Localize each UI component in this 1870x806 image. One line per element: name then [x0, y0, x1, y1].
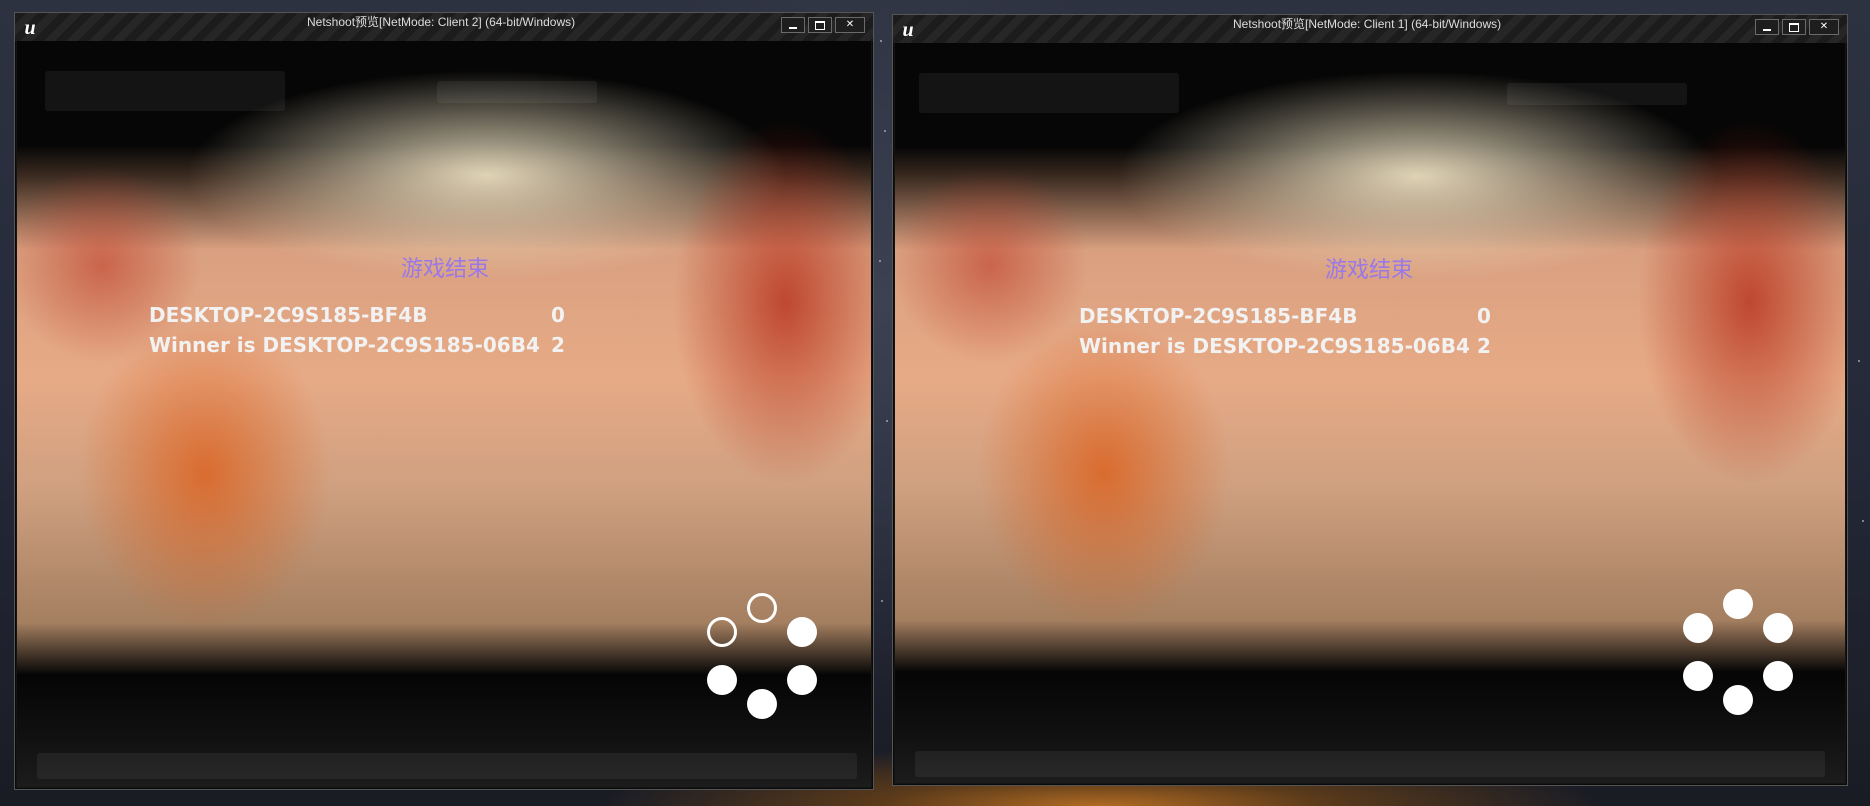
game-window-client-1: u Netshoot预览[NetMode: Client 1] (64-bit/… [892, 14, 1848, 786]
title-bar[interactable]: u Netshoot预览[NetMode: Client 2] (64-bit/… [15, 13, 873, 41]
loading-spinner-icon [1683, 589, 1793, 715]
score-row-winner: Winner is DESKTOP-2C9S185-06B4 [1079, 334, 1470, 358]
blurred-hud-element [1507, 83, 1687, 105]
background-star [881, 600, 883, 602]
spinner-dot [1763, 613, 1793, 643]
close-button[interactable]: ✕ [835, 17, 865, 33]
minimize-icon [1763, 29, 1771, 31]
window-title: Netshoot预览[NetMode: Client 2] (64-bit/Wi… [307, 15, 576, 29]
minimize-button[interactable] [1755, 19, 1779, 35]
blurred-hud-element [919, 73, 1179, 113]
spinner-dot [787, 617, 817, 647]
spinner-dot [1683, 661, 1713, 691]
window-title: Netshoot预览[NetMode: Client 1] (64-bit/Wi… [1233, 17, 1502, 31]
background-star [880, 40, 882, 42]
background-star [886, 420, 888, 422]
winner-name: Winner is DESKTOP-2C9S185-06B4 [149, 333, 540, 357]
spinner-dot [787, 665, 817, 695]
background-star [879, 260, 881, 262]
winner-name: Winner is DESKTOP-2C9S185-06B4 [1079, 334, 1470, 358]
maximize-button[interactable] [808, 17, 832, 33]
minimize-icon [789, 27, 797, 29]
background-star [1858, 360, 1860, 362]
game-viewport[interactable]: 游戏结束 DESKTOP-2C9S185-BF4B 0 Winner is DE… [17, 41, 871, 787]
score-value: 2 [551, 333, 565, 357]
spinner-dot [707, 665, 737, 695]
unreal-logo-icon: u [24, 17, 36, 39]
spinner-dot [1683, 613, 1713, 643]
score-row-winner: Winner is DESKTOP-2C9S185-06B4 [149, 333, 540, 357]
game-window-client-2: u Netshoot预览[NetMode: Client 2] (64-bit/… [14, 12, 874, 790]
close-icon: ✕ [845, 19, 855, 30]
score-value: 0 [551, 303, 565, 327]
blurred-hud-element [437, 81, 597, 103]
game-over-title: 游戏结束 [401, 257, 490, 282]
game-viewport[interactable]: 游戏结束 DESKTOP-2C9S185-BF4B 0 Winner is DE… [895, 43, 1845, 783]
spinner-dot [1723, 589, 1753, 619]
score-value: 0 [1477, 304, 1491, 328]
spinner-dot [747, 689, 777, 719]
spinner-dot [1763, 661, 1793, 691]
player-name: DESKTOP-2C9S185-BF4B [149, 303, 428, 327]
score-row-player: DESKTOP-2C9S185-BF4B [149, 303, 427, 327]
unreal-logo-icon: u [902, 19, 914, 41]
close-icon: ✕ [1819, 21, 1829, 32]
blurred-hud-element [45, 71, 285, 111]
spinner-dot [747, 593, 777, 623]
spinner-dot [1723, 685, 1753, 715]
maximize-icon [1789, 23, 1799, 32]
close-button[interactable]: ✕ [1809, 19, 1839, 35]
background-star [884, 130, 886, 132]
maximize-icon [815, 21, 825, 30]
loading-spinner-icon [707, 593, 817, 719]
score-value: 2 [1477, 334, 1491, 358]
spinner-dot [707, 617, 737, 647]
blurred-hud-element [915, 751, 1825, 777]
game-over-title: 游戏结束 [1325, 258, 1414, 283]
minimize-button[interactable] [781, 17, 805, 33]
score-row-player: DESKTOP-2C9S185-BF4B [1079, 304, 1357, 328]
maximize-button[interactable] [1782, 19, 1806, 35]
background-star [1862, 520, 1864, 522]
title-bar[interactable]: u Netshoot预览[NetMode: Client 1] (64-bit/… [893, 15, 1847, 43]
blurred-hud-element [37, 753, 857, 779]
player-name: DESKTOP-2C9S185-BF4B [1079, 304, 1358, 328]
